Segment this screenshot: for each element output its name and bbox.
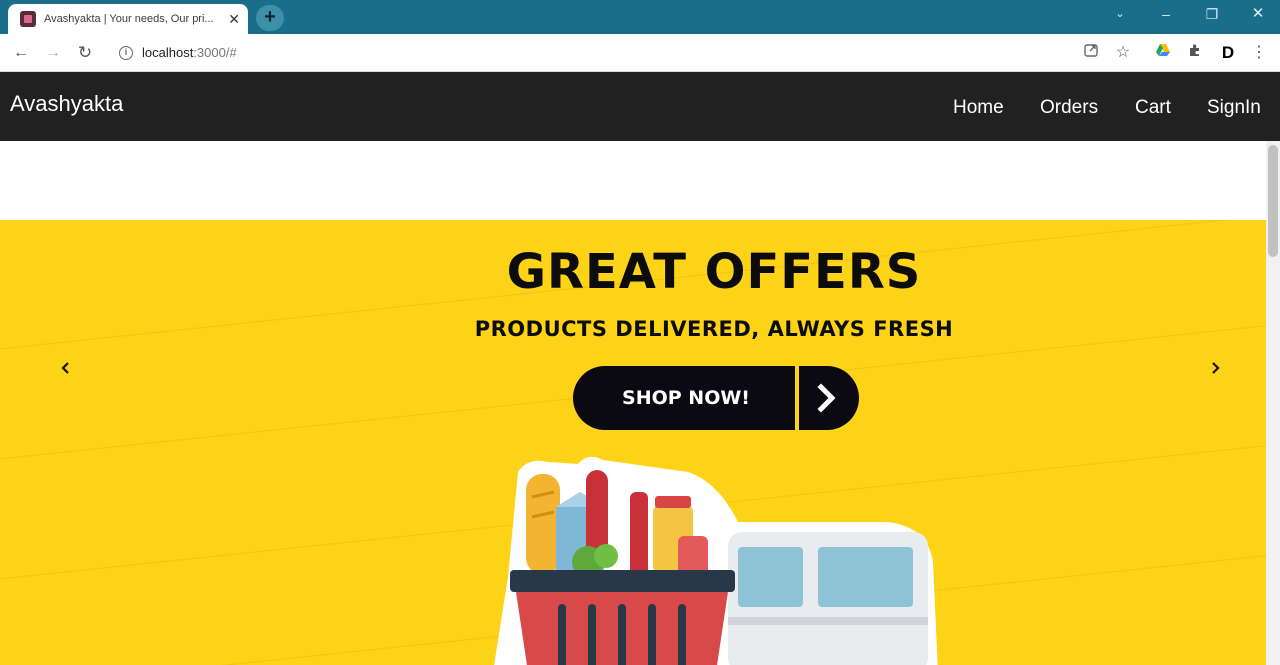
site-navbar: Avashyakta Home Orders Cart SignIn: [0, 72, 1280, 141]
grocery-basket-illustration: [494, 456, 938, 665]
nav-link-home[interactable]: Home: [953, 97, 1004, 119]
url-host: localhost: [142, 45, 194, 60]
d-extension-icon[interactable]: D: [1217, 42, 1239, 64]
share-icon[interactable]: [1080, 42, 1102, 64]
drive-icon[interactable]: [1152, 42, 1174, 64]
nav-link-orders[interactable]: Orders: [1040, 97, 1098, 119]
site-favicon-icon: [20, 11, 36, 27]
browser-tab-strip: Avashyakta | Your needs, Our pri... ✕ + …: [0, 0, 1280, 34]
page-scrollbar[interactable]: [1266, 141, 1280, 665]
browser-toolbar: ← → ↻ i localhost:3000/# ☆ D ⋮: [0, 34, 1280, 72]
shop-button-divider: [795, 366, 799, 430]
browser-tab[interactable]: Avashyakta | Your needs, Our pri... ✕: [8, 4, 248, 34]
scrollbar-thumb[interactable]: [1268, 145, 1278, 257]
forward-arrow-icon[interactable]: →: [40, 40, 66, 66]
reload-icon[interactable]: ↻: [72, 40, 98, 66]
tab-search-icon[interactable]: ⌄: [1108, 4, 1132, 24]
shop-now-button[interactable]: SHOP NOW!: [573, 366, 859, 430]
tab-close-icon[interactable]: ✕: [228, 12, 240, 26]
banner-headline: GREAT OFFERS: [506, 244, 922, 300]
window-close-icon[interactable]: ✕: [1246, 4, 1270, 24]
carousel-next-icon[interactable]: [1203, 356, 1227, 380]
star-icon[interactable]: ☆: [1112, 42, 1134, 64]
hero-carousel-banner: GREAT OFFERS PRODUCTS DELIVERED, ALWAYS …: [0, 220, 1266, 665]
restore-icon[interactable]: ❐: [1200, 4, 1224, 24]
tab-title: Avashyakta | Your needs, Our pri...: [44, 13, 214, 25]
nav-link-cart[interactable]: Cart: [1135, 97, 1171, 119]
back-arrow-icon[interactable]: ←: [8, 40, 34, 66]
shop-now-label: SHOP NOW!: [622, 387, 750, 409]
url-path: :3000/#: [193, 45, 237, 60]
brand-logo-text[interactable]: Avashyakta: [10, 91, 123, 117]
new-tab-button[interactable]: +: [256, 5, 284, 31]
carousel-prev-icon[interactable]: [54, 356, 78, 380]
extensions-icon[interactable]: [1184, 42, 1206, 64]
nav-link-signin[interactable]: SignIn: [1207, 97, 1261, 119]
kebab-menu-icon[interactable]: ⋮: [1248, 42, 1270, 64]
banner-subheadline: PRODUCTS DELIVERED, ALWAYS FRESH: [474, 317, 954, 341]
address-bar[interactable]: localhost:3000/#: [142, 45, 237, 60]
info-icon[interactable]: i: [119, 46, 133, 60]
minimize-icon[interactable]: –: [1154, 4, 1178, 24]
chevron-right-icon: [817, 383, 836, 413]
